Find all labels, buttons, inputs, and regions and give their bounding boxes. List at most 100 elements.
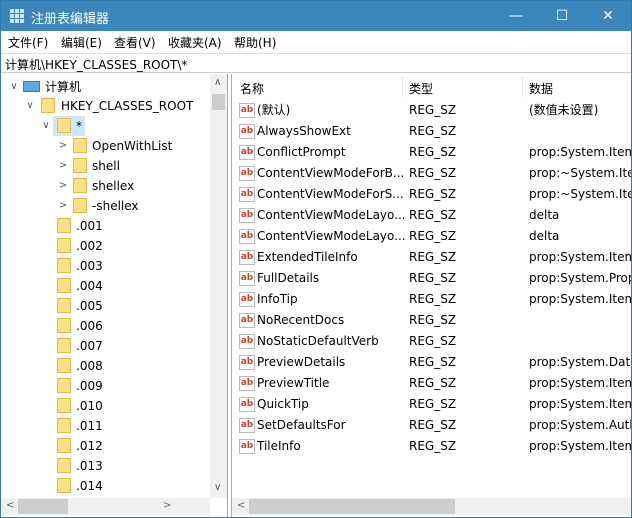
tree-label: .010 (76, 399, 103, 413)
minimize-button[interactable]: — (493, 1, 539, 31)
table-row[interactable]: ab SetDefaultsFor REG_SZ prop:System.Auth (232, 415, 631, 436)
maximize-button[interactable]: ☐ (539, 1, 585, 31)
tree-label: OpenWithList (92, 139, 173, 153)
column-header-name[interactable]: 名称 (240, 80, 264, 97)
menu-view[interactable]: 查看(V) (114, 34, 156, 51)
menu-edit[interactable]: 编辑(E) (61, 34, 102, 51)
table-row[interactable]: ab TileInfo REG_SZ prop:System.Item (232, 436, 631, 457)
value-data: prop:System.Prop (529, 271, 631, 285)
value-type: REG_SZ (409, 397, 457, 411)
close-button[interactable]: ✕ (585, 1, 631, 31)
column-header-data[interactable]: 数据 (529, 80, 553, 97)
menu-favorites[interactable]: 收藏夹(A) (168, 34, 222, 51)
value-type: REG_SZ (409, 145, 457, 159)
tree-label: .004 (76, 279, 103, 293)
tree-label: .012 (76, 439, 103, 453)
string-value-icon: ab (239, 355, 255, 370)
value-name: (默认) (257, 103, 291, 117)
scroll-up-icon[interactable]: ∧ (214, 77, 221, 88)
menu-help[interactable]: 帮助(H) (234, 34, 276, 51)
string-value-icon: ab (239, 439, 255, 454)
folder-icon (57, 118, 71, 133)
table-row[interactable]: ab InfoTip REG_SZ prop:System.Item (232, 289, 631, 310)
tree-vertical-scrollbar[interactable]: ∧ ∨ (210, 74, 227, 498)
folder-icon (57, 398, 71, 413)
list-horizontal-scrollbar[interactable]: < (232, 498, 631, 515)
folder-icon (57, 218, 71, 233)
value-type: REG_SZ (409, 292, 457, 306)
table-row[interactable]: ab ContentViewModeForB... REG_SZ prop:~Syst… (232, 163, 631, 184)
values-pane: 名称 类型 数据 ab (默认) REG_SZ (数值未设置) ab AlwaysShow… (231, 74, 631, 517)
value-data: prop:~System.Iten (529, 166, 631, 180)
value-data: prop:System.Item (529, 250, 631, 264)
value-data: delta (529, 208, 560, 222)
value-name: ContentViewModeLayo... (257, 208, 406, 222)
value-type: REG_SZ (409, 229, 457, 243)
scroll-left-icon[interactable]: < (6, 500, 14, 511)
chevron-right-icon[interactable]: > (58, 136, 68, 156)
table-row[interactable]: ab AlwaysShowExt REG_SZ (232, 121, 631, 142)
chevron-down-icon[interactable]: ∨ (25, 96, 35, 116)
scroll-down-icon[interactable]: ∨ (214, 482, 221, 493)
tree-label: -shellex (92, 199, 139, 213)
scroll-left-icon[interactable]: < (237, 500, 245, 511)
value-type: REG_SZ (409, 250, 457, 264)
address-bar[interactable]: 计算机\HKEY_CLASSES_ROOT\* (1, 53, 631, 73)
tree-label: .003 (76, 259, 103, 273)
table-row[interactable]: ab ContentViewModeLayo... REG_SZ delta (232, 205, 631, 226)
table-row[interactable]: ab ContentViewModeLayo... REG_SZ delta (232, 226, 631, 247)
folder-icon (73, 198, 87, 213)
tree-horizontal-scrollbar[interactable]: < > (1, 498, 210, 515)
table-row[interactable]: ab (默认) REG_SZ (数值未设置) (232, 100, 631, 121)
value-name: ContentViewModeForB... (257, 166, 405, 180)
string-value-icon: ab (239, 187, 255, 202)
table-row[interactable]: ab ContentViewModeForS... REG_SZ prop:~Syst… (232, 184, 631, 205)
regedit-window: 注册表编辑器 — ☐ ✕ 文件(F) 编辑(E) 查看(V) 收藏夹(A) 帮助… (0, 0, 632, 518)
tree-pane: ∨ 计算机 ∨ HKEY_CLASSES_ROOT ∨ * > OpenWithL… (1, 74, 228, 517)
value-type: REG_SZ (409, 439, 457, 453)
scroll-right-icon[interactable]: > (163, 500, 171, 511)
title-bar[interactable]: 注册表编辑器 — ☐ ✕ (1, 1, 631, 31)
chevron-right-icon[interactable]: > (58, 196, 68, 216)
string-value-icon: ab (239, 313, 255, 328)
folder-icon (73, 138, 87, 153)
tree-label: 计算机 (45, 80, 82, 94)
string-value-icon: ab (239, 250, 255, 265)
value-name: ConflictPrompt (257, 145, 346, 159)
tree-node-star[interactable]: ∨ * (1, 116, 91, 136)
tree-label: .001 (76, 219, 103, 233)
table-row[interactable]: ab QuickTip REG_SZ prop:System.Item (232, 394, 631, 415)
chevron-down-icon[interactable]: ∨ (41, 116, 51, 136)
value-type: REG_SZ (409, 313, 457, 327)
folder-icon (57, 378, 71, 393)
string-value-icon: ab (239, 418, 255, 433)
table-row[interactable]: ab NoRecentDocs REG_SZ (232, 310, 631, 331)
column-header-type[interactable]: 类型 (409, 80, 433, 97)
string-value-icon: ab (239, 103, 255, 118)
table-row[interactable]: ab NoStaticDefaultVerb REG_SZ (232, 331, 631, 352)
string-value-icon: ab (239, 124, 255, 139)
tree-label: * (76, 119, 82, 133)
regedit-icon (10, 9, 24, 23)
value-name: SetDefaultsFor (257, 418, 346, 432)
value-type: REG_SZ (409, 124, 457, 138)
folder-icon (57, 278, 71, 293)
menu-file[interactable]: 文件(F) (8, 34, 48, 51)
folder-icon (57, 438, 71, 453)
string-value-icon: ab (239, 292, 255, 307)
table-row[interactable]: ab ExtendedTileInfo REG_SZ prop:System.Item (232, 247, 631, 268)
value-name: NoStaticDefaultVerb (257, 334, 379, 348)
value-data: prop:System.Item (529, 145, 631, 159)
chevron-right-icon[interactable]: > (58, 156, 68, 176)
table-row[interactable]: ab PreviewTitle REG_SZ prop:System.Item (232, 373, 631, 394)
chevron-down-icon[interactable]: ∨ (9, 77, 19, 97)
tree-label: .007 (76, 339, 103, 353)
chevron-right-icon[interactable]: > (58, 176, 68, 196)
table-row[interactable]: ab PreviewDetails REG_SZ prop:System.Date (232, 352, 631, 373)
value-type: REG_SZ (409, 166, 457, 180)
string-value-icon: ab (239, 145, 255, 160)
table-row[interactable]: ab FullDetails REG_SZ prop:System.Prop (232, 268, 631, 289)
value-data: prop:System.Item (529, 439, 631, 453)
table-row[interactable]: ab ConflictPrompt REG_SZ prop:System.Item (232, 142, 631, 163)
tree-label: .008 (76, 359, 103, 373)
